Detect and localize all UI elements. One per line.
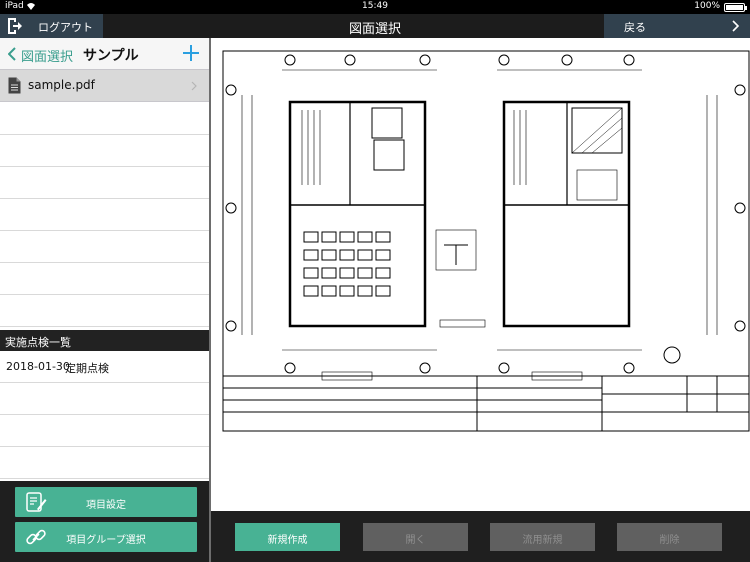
list-item: [0, 199, 209, 231]
delete-button[interactable]: 削除: [617, 523, 722, 551]
clock: 15:49: [362, 1, 388, 11]
left-toolbar: 項目設定 項目グループ選択: [0, 481, 209, 562]
list-item: [0, 103, 209, 135]
status-bar: iPad 15:49 100%: [0, 0, 750, 14]
floor-plan-drawing: [222, 50, 750, 432]
inspection-row[interactable]: 2018-01-30 定期点検: [0, 351, 209, 383]
inspection-date: 2018-01-30: [6, 360, 70, 373]
drawing-preview[interactable]: [211, 38, 750, 511]
back-label: 戻る: [624, 21, 646, 34]
list-item: [0, 263, 209, 295]
item-settings-button[interactable]: 項目設定: [15, 487, 197, 517]
disclosure-chevron-icon: [191, 81, 197, 91]
document-icon: [8, 77, 21, 94]
battery-icon: [724, 3, 747, 12]
list-item: [0, 295, 209, 327]
reuse-new-button[interactable]: 流用新規: [490, 523, 595, 551]
inspection-list-header: 実施点検一覧: [0, 330, 209, 351]
item-group-select-label: 項目グループ選択: [66, 535, 146, 546]
list-item: [0, 231, 209, 263]
list-item: [0, 447, 209, 479]
file-list-header: 図面選択 サンプル: [0, 38, 209, 70]
item-group-select-button[interactable]: 項目グループ選択: [15, 522, 197, 552]
navigation-bar: ログアウト 図面選択 戻る: [0, 14, 750, 38]
new-create-button[interactable]: 新規作成: [235, 523, 340, 551]
list-item: [0, 415, 209, 447]
item-settings-label: 項目設定: [86, 500, 126, 511]
add-icon[interactable]: [181, 43, 201, 63]
back-button[interactable]: 戻る: [604, 14, 750, 38]
battery-percent: 100%: [694, 1, 720, 11]
list-item: [0, 167, 209, 199]
chevron-right-icon: [732, 20, 740, 32]
file-list-panel: 図面選択 サンプル sample.pdf 実施点検一覧 2018-01-30 定…: [0, 38, 209, 481]
list-item: [0, 135, 209, 167]
action-toolbar: 新規作成 開く 流用新規 削除: [211, 511, 750, 562]
folder-title: サンプル: [83, 48, 139, 64]
inspection-label: 定期点検: [65, 362, 109, 375]
file-row-sample-pdf[interactable]: sample.pdf: [0, 70, 209, 102]
file-name: sample.pdf: [28, 78, 95, 92]
list-item: [0, 383, 209, 415]
chevron-left-icon[interactable]: [8, 47, 16, 61]
open-button[interactable]: 開く: [363, 523, 468, 551]
drawing-select-back-link[interactable]: 図面選択: [21, 46, 73, 65]
